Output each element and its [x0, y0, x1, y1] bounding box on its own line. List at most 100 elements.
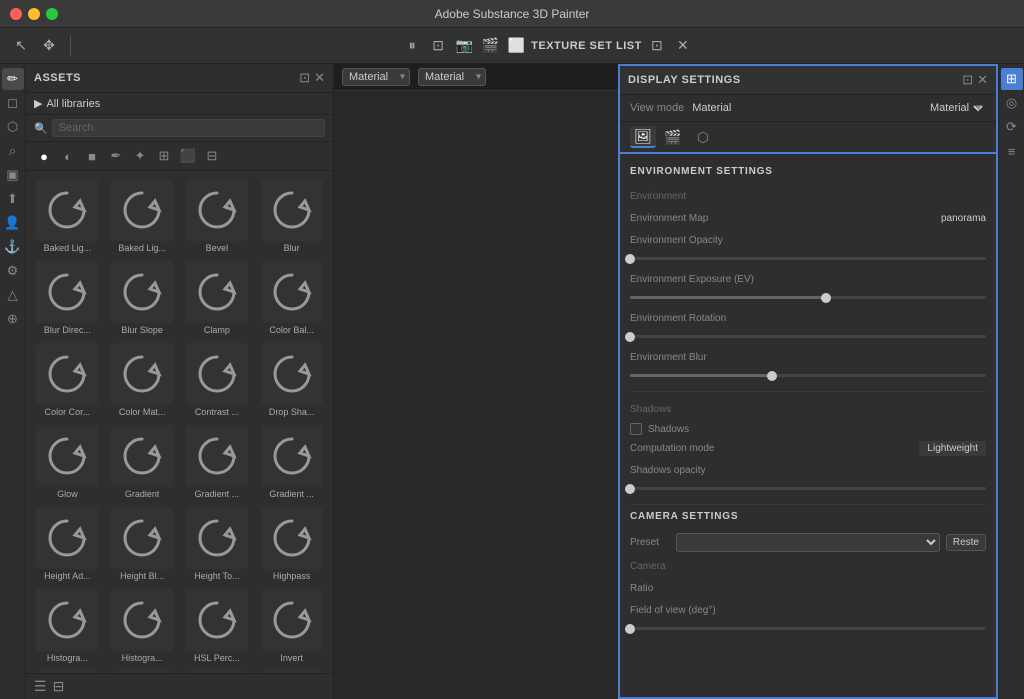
asset-label: Blur	[284, 243, 300, 253]
preset-reset-button[interactable]: Reste	[946, 534, 986, 551]
filter-all-icon[interactable]: ⊟	[202, 146, 222, 166]
move-icon[interactable]: ✥	[38, 35, 60, 57]
fill-tool[interactable]: ▣	[2, 164, 24, 186]
anchor-tool[interactable]: ⚓	[2, 236, 24, 258]
asset-label: Clamp	[204, 325, 230, 335]
camera-icon[interactable]: 📷	[453, 35, 475, 57]
environment-label-row: Environment	[630, 185, 986, 207]
panel-expand-icon[interactable]: ⊡	[299, 70, 310, 86]
asset-item[interactable]: Histogra...	[107, 587, 178, 665]
asset-item[interactable]: MatFinish...	[182, 669, 253, 673]
view-mode-select[interactable]: Material	[926, 101, 986, 115]
tab-video-icon[interactable]: 🎬	[660, 126, 686, 148]
asset-item[interactable]: Gradient ...	[256, 423, 327, 501]
paint-tool[interactable]: ✏	[2, 68, 24, 90]
close-panel-icon[interactable]: ✕	[672, 35, 694, 57]
ds-close-icon[interactable]: ✕	[977, 72, 988, 88]
asset-item[interactable]: Histogra...	[32, 587, 103, 665]
asset-item[interactable]: Baked Lig...	[107, 177, 178, 255]
right-tool-info[interactable]: ≡	[1001, 140, 1023, 162]
filter-brush-icon[interactable]: ✒	[106, 146, 126, 166]
right-tool-layers[interactable]: ⊞	[1001, 68, 1023, 90]
search-input[interactable]	[52, 119, 325, 137]
tab-image-icon[interactable]: 🖼	[630, 126, 656, 148]
preset-select[interactable]	[676, 533, 940, 552]
environment-exposure-slider-track[interactable]	[630, 296, 986, 299]
geometry-tool[interactable]: △	[2, 284, 24, 306]
filter-grid-icon[interactable]: ⊞	[154, 146, 174, 166]
layers-tool[interactable]: ⬆	[2, 188, 24, 210]
export-icon[interactable]: ⬜	[505, 35, 527, 57]
asset-item[interactable]: Drop Sha...	[256, 341, 327, 419]
footer-grid-icon[interactable]: ⊟	[53, 678, 65, 695]
asset-thumbnail	[261, 179, 323, 241]
environment-exposure-thumb[interactable]	[821, 293, 831, 303]
asset-item[interactable]: Color Mat...	[107, 341, 178, 419]
panel-close-icon[interactable]: ✕	[314, 70, 325, 86]
fov-thumb[interactable]	[625, 624, 635, 634]
right-tool-history[interactable]: ⟳	[1001, 116, 1023, 138]
viewport-dropdown2[interactable]: Material	[418, 68, 486, 86]
filter-particle-icon[interactable]: ✦	[130, 146, 150, 166]
shadows-opacity-slider-track[interactable]	[630, 487, 986, 490]
ds-expand-icon[interactable]: ⊡	[962, 72, 973, 88]
pause-icon[interactable]: ⏸	[401, 35, 423, 57]
shadows-opacity-thumb[interactable]	[625, 484, 635, 494]
assets-panel: ASSETS ⊡ ✕ ▶ All libraries 🔍 ● ◐ ■ ✒ ✦ ⊞…	[26, 64, 334, 699]
select-tool[interactable]: ⌕	[2, 140, 24, 162]
maximize-button[interactable]	[46, 8, 58, 20]
environment-rotation-thumb[interactable]	[625, 332, 635, 342]
filter-sphere-icon[interactable]: ●	[34, 146, 54, 166]
asset-item[interactable]: Height Ad...	[32, 505, 103, 583]
environment-blur-thumb[interactable]	[767, 371, 777, 381]
projection-tool[interactable]: ⬡	[2, 116, 24, 138]
filter-crescent-icon[interactable]: ◐	[58, 146, 78, 166]
pointer-icon[interactable]: ↖	[10, 35, 32, 57]
environment-rotation-slider-track[interactable]	[630, 335, 986, 338]
asset-item[interactable]: Height Bl...	[107, 505, 178, 583]
asset-item[interactable]: Blur	[256, 177, 327, 255]
asset-item[interactable]: Clamp	[182, 259, 253, 337]
viewport-dropdown1[interactable]: Material	[342, 68, 410, 86]
assets-panel-title: ASSETS	[34, 72, 81, 84]
asset-item[interactable]: Baked Lig...	[32, 177, 103, 255]
fov-slider-track[interactable]	[630, 627, 986, 630]
asset-item[interactable]: MatFinish...	[107, 669, 178, 673]
asset-thumbnail	[186, 507, 248, 569]
collapse-icon[interactable]: ⊡	[646, 35, 668, 57]
asset-item[interactable]: Bevel	[182, 177, 253, 255]
filter-square-icon[interactable]: ■	[82, 146, 102, 166]
asset-item[interactable]: MatFinish...	[256, 669, 327, 673]
all-libraries-item[interactable]: ▶ All libraries	[26, 93, 333, 115]
asset-item[interactable]: Color Cor...	[32, 341, 103, 419]
plugin-tool[interactable]: ⊕	[2, 308, 24, 330]
video-icon[interactable]: 🎬	[479, 35, 501, 57]
environment-opacity-slider-track[interactable]	[630, 257, 986, 260]
eraser-tool[interactable]: ◻	[2, 92, 24, 114]
asset-item[interactable]: Gradient	[107, 423, 178, 501]
viewport-icon[interactable]: ⊡	[427, 35, 449, 57]
asset-item[interactable]: Glow	[32, 423, 103, 501]
asset-item[interactable]: Color Bal...	[256, 259, 327, 337]
settings-tool[interactable]: ⚙	[2, 260, 24, 282]
tab-render-icon[interactable]: ⬡	[690, 126, 716, 148]
filter-texture-icon[interactable]: ⬛	[178, 146, 198, 166]
minimize-button[interactable]	[28, 8, 40, 20]
environment-opacity-thumb[interactable]	[625, 254, 635, 264]
window-controls[interactable]	[10, 8, 58, 20]
footer-list-icon[interactable]: ☰	[34, 678, 47, 695]
asset-item[interactable]: Blur Direc...	[32, 259, 103, 337]
close-button[interactable]	[10, 8, 22, 20]
user-tool[interactable]: 👤	[2, 212, 24, 234]
asset-item[interactable]: Invert	[256, 587, 327, 665]
asset-item[interactable]: Highpass	[256, 505, 327, 583]
asset-item[interactable]: Mask Out...	[32, 669, 103, 673]
right-tool-properties[interactable]: ◎	[1001, 92, 1023, 114]
asset-item[interactable]: Gradient ...	[182, 423, 253, 501]
asset-item[interactable]: HSL Perc...	[182, 587, 253, 665]
asset-item[interactable]: Contrast ...	[182, 341, 253, 419]
shadows-checkbox[interactable]	[630, 423, 642, 435]
asset-item[interactable]: Blur Slope	[107, 259, 178, 337]
asset-item[interactable]: Height To...	[182, 505, 253, 583]
environment-blur-slider-track[interactable]	[630, 374, 986, 377]
